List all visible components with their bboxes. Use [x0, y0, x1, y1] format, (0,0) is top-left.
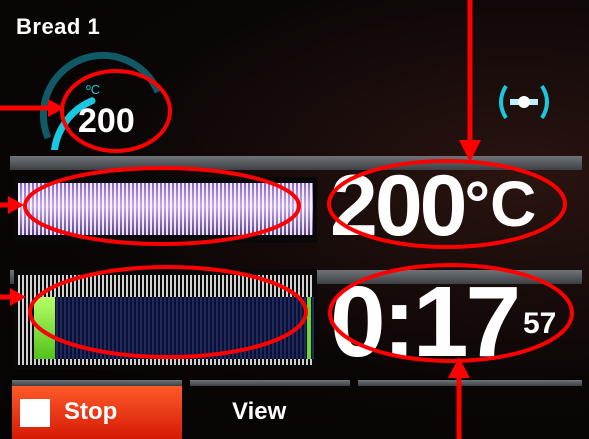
temperature-readout: 200°C: [330, 163, 536, 249]
stop-square-icon: [20, 399, 50, 427]
timer-bar-track: [48, 297, 314, 359]
timer-seconds: 57: [523, 307, 557, 340]
temperature-unit: °C: [464, 168, 537, 240]
gauge-value: 200: [78, 102, 135, 140]
timer-bar-end-marker: [307, 297, 311, 359]
gauge-unit: ºC: [86, 82, 101, 97]
temperature-value: 200: [330, 158, 467, 254]
timer-bar-container: [14, 269, 317, 369]
view-label: View: [232, 398, 287, 425]
empty-button-band: [358, 380, 582, 386]
temperature-bar-container: [14, 177, 317, 243]
timer-bar-fill: [34, 297, 55, 359]
timer-readout: 0:17: [330, 266, 521, 378]
fan-icon[interactable]: [494, 82, 554, 122]
stop-button[interactable]: Stop: [12, 386, 182, 439]
program-name: Bread 1: [16, 14, 101, 39]
stop-label: Stop: [64, 398, 118, 425]
view-button[interactable]: View: [196, 386, 336, 439]
temperature-bar: [18, 183, 313, 235]
oven-display: Bread 1 ºC 200 200°C 0:17 57 Stop View: [0, 0, 589, 439]
